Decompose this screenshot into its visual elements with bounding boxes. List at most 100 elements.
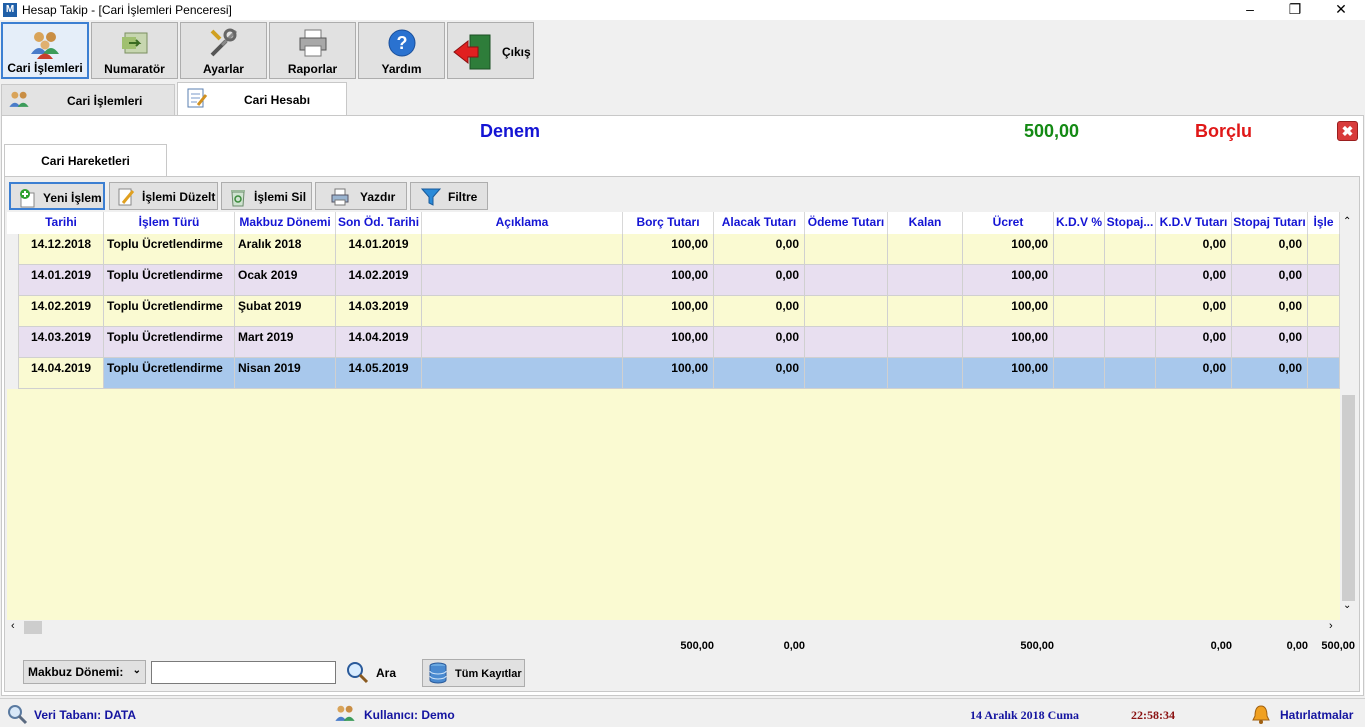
all-records-button[interactable]: Tüm Kayıtlar bbox=[422, 659, 525, 687]
table-cell bbox=[422, 358, 623, 389]
table-cell: Toplu Ücretlendirme bbox=[104, 265, 235, 296]
column-header[interactable]: K.D.V % bbox=[1054, 212, 1105, 234]
recycle-bin-icon bbox=[231, 190, 245, 207]
column-header[interactable]: Makbuz Dönemi bbox=[235, 212, 336, 234]
table-cell: 0,00 bbox=[714, 234, 805, 265]
tools-icon bbox=[210, 28, 237, 57]
horizontal-scroll-thumb[interactable] bbox=[24, 621, 42, 634]
column-header[interactable]: Kalan bbox=[888, 212, 963, 234]
table-cell: 100,00 bbox=[623, 265, 714, 296]
numerator-icon bbox=[121, 32, 147, 54]
close-account-icon[interactable]: ✖ bbox=[1337, 121, 1358, 141]
table-cell: 0,00 bbox=[1232, 265, 1308, 296]
new-transaction-button[interactable]: Yeni İşlem bbox=[9, 182, 105, 210]
table-row[interactable]: 14.12.2018 Toplu Ücretlendirme Aralık 2018… bbox=[7, 234, 1340, 265]
account-name: Denem bbox=[480, 121, 541, 141]
table-cell bbox=[1054, 327, 1105, 358]
tab-cari-hesabi[interactable]: Cari Hesabı bbox=[177, 82, 347, 116]
reminders-link[interactable]: Hatırlatmalar bbox=[1280, 708, 1353, 722]
table-cell: 100,00 bbox=[963, 296, 1054, 327]
user-label: Kullanıcı: Demo bbox=[364, 708, 455, 722]
column-header[interactable]: Stopaj Tutarı bbox=[1232, 212, 1308, 234]
help-icon: ? bbox=[388, 29, 415, 57]
minimize-icon[interactable]: – bbox=[1227, 0, 1273, 20]
edit-document-icon bbox=[187, 88, 208, 108]
tab-cari-hareketleri[interactable]: Cari Hareketleri bbox=[4, 144, 167, 177]
row-indicator[interactable] bbox=[7, 358, 19, 389]
app-icon: M bbox=[3, 3, 17, 17]
toolbar-ayarlar-button[interactable]: Ayarlar bbox=[180, 22, 267, 79]
table-cell: 0,00 bbox=[1156, 234, 1232, 265]
toolbar-label: Raporlar bbox=[287, 62, 338, 76]
column-header[interactable]: Ödeme Tutarı bbox=[805, 212, 888, 234]
toolbar-yardim-button[interactable]: ? Yardım bbox=[358, 22, 445, 79]
table-cell bbox=[888, 265, 963, 296]
transactions-grid[interactable]: Tarihi İşlem Türü Makbuz Dönemi Son Öd. Tar… bbox=[7, 212, 1340, 620]
table-cell: 0,00 bbox=[1232, 327, 1308, 358]
table-cell bbox=[1105, 358, 1156, 389]
toolbar-label: Yardım bbox=[381, 62, 422, 76]
horizontal-scrollbar[interactable]: ‹ › bbox=[7, 620, 1340, 635]
table-cell bbox=[888, 234, 963, 265]
table-cell: 0,00 bbox=[714, 265, 805, 296]
tab-cari-islemleri[interactable]: Cari İşlemleri bbox=[1, 84, 175, 116]
bell-icon[interactable] bbox=[1250, 703, 1272, 725]
row-indicator[interactable] bbox=[7, 265, 19, 296]
toolbar-label: Ayarlar bbox=[203, 62, 244, 76]
total-last: 500,00 bbox=[1321, 640, 1355, 652]
table-cell bbox=[422, 327, 623, 358]
toolbar-cikis-button[interactable]: Çıkış bbox=[447, 22, 534, 79]
chevron-down-icon: ⌄ bbox=[132, 665, 141, 676]
scroll-right-icon[interactable]: › bbox=[1329, 620, 1333, 632]
column-header[interactable]: Ücret bbox=[963, 212, 1054, 234]
print-button[interactable]: Yazdır bbox=[315, 182, 407, 210]
table-cell: 100,00 bbox=[623, 296, 714, 327]
row-indicator[interactable] bbox=[7, 234, 19, 265]
table-row[interactable]: 14.02.2019 Toplu Ücretlendirme Şubat 2019 1… bbox=[7, 296, 1340, 327]
delete-transaction-button[interactable]: İşlemi Sil bbox=[221, 182, 312, 210]
column-header[interactable]: Stopaj... bbox=[1105, 212, 1156, 234]
toolbar-label: Cari İşlemleri bbox=[7, 61, 83, 75]
column-header[interactable]: İşlem Türü bbox=[104, 212, 235, 234]
all-records-label: Tüm Kayıtlar bbox=[455, 668, 522, 680]
account-status: Borçlu bbox=[1195, 121, 1253, 141]
table-row[interactable]: 14.03.2019 Toplu Ücretlendirme Mart 2019 14… bbox=[7, 327, 1340, 358]
filter-button[interactable]: Filtre bbox=[410, 182, 488, 210]
maximize-icon[interactable]: ❐ bbox=[1272, 0, 1318, 20]
account-balance: 500,00 bbox=[1024, 121, 1080, 141]
table-row[interactable]: 14.01.2019 Toplu Ücretlendirme Ocak 2019 14… bbox=[7, 265, 1340, 296]
scroll-up-icon[interactable]: ⌃ bbox=[1343, 216, 1351, 227]
column-header[interactable]: İşle bbox=[1308, 212, 1340, 234]
toolbar-cari-islemleri-button[interactable]: Cari İşlemleri bbox=[1, 22, 89, 79]
users-icon bbox=[9, 91, 29, 107]
row-indicator[interactable] bbox=[7, 327, 19, 358]
scroll-left-icon[interactable]: ‹ bbox=[11, 620, 15, 632]
toolbar-numarator-button[interactable]: Numaratör bbox=[91, 22, 178, 79]
table-cell bbox=[422, 265, 623, 296]
filter-field-select[interactable]: Makbuz Dönemi: ⌄ bbox=[23, 660, 146, 684]
column-header[interactable]: Tarihi bbox=[19, 212, 104, 234]
row-indicator[interactable] bbox=[7, 296, 19, 327]
toolbar-raporlar-button[interactable]: Raporlar bbox=[269, 22, 356, 79]
table-cell: 0,00 bbox=[714, 296, 805, 327]
table-row[interactable]: 14.04.2019 Toplu Ücretlendirme Nisan 2019 1… bbox=[7, 358, 1340, 389]
table-cell: 0,00 bbox=[1232, 234, 1308, 265]
column-header[interactable]: K.D.V Tutarı bbox=[1156, 212, 1232, 234]
column-header[interactable]: Son Öd. Tarihi bbox=[336, 212, 422, 234]
search-input[interactable] bbox=[151, 661, 336, 684]
exit-icon bbox=[453, 34, 491, 70]
search-label[interactable]: Ara bbox=[376, 666, 396, 680]
table-cell: 100,00 bbox=[623, 358, 714, 389]
column-header[interactable]: Açıklama bbox=[422, 212, 623, 234]
edit-transaction-button[interactable]: İşlemi Düzelt bbox=[109, 182, 218, 210]
total-alacak: 0,00 bbox=[783, 640, 805, 652]
vertical-scroll-thumb[interactable] bbox=[1342, 395, 1355, 601]
table-cell bbox=[1054, 358, 1105, 389]
search-icon[interactable] bbox=[345, 660, 369, 684]
filter-icon bbox=[421, 188, 441, 206]
table-cell: 0,00 bbox=[1156, 265, 1232, 296]
scroll-down-icon[interactable]: ⌄ bbox=[1343, 600, 1351, 611]
column-header[interactable]: Borç Tutarı bbox=[623, 212, 714, 234]
column-header[interactable]: Alacak Tutarı bbox=[714, 212, 805, 234]
close-icon[interactable]: ✕ bbox=[1318, 0, 1364, 20]
